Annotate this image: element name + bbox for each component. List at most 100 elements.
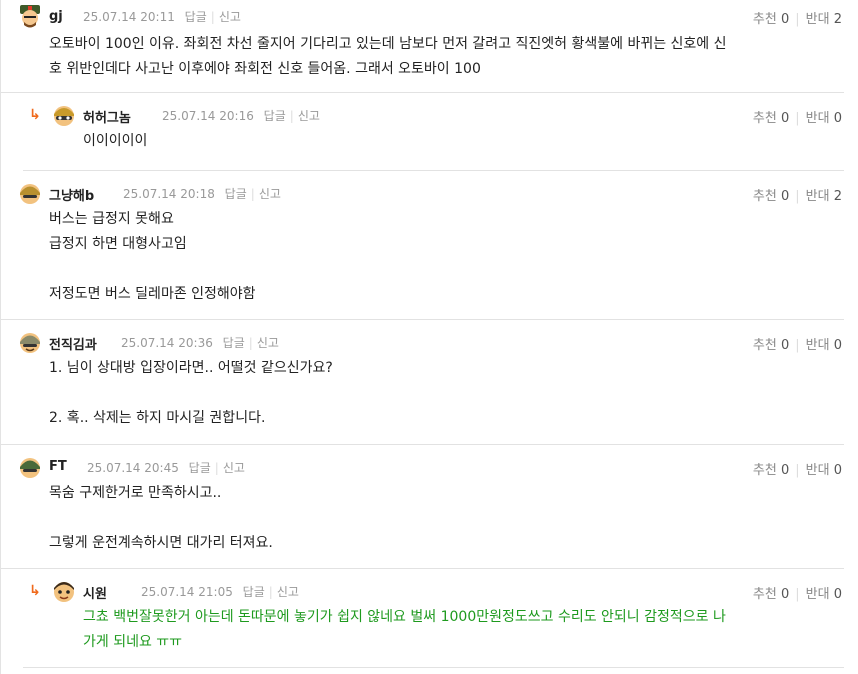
separator: | [795,587,800,602]
comment-meta: 25.07.14 20:11 답글 | 신고 [83,8,241,25]
avatar[interactable] [51,578,77,604]
comment-line: 2. 혹.. 삭제는 하지 마시길 권합니다. [49,410,266,426]
avatar[interactable] [17,3,43,29]
comment-line: 그렇게 운전계속하시면 대가리 터져요. [49,535,273,551]
reply-link[interactable]: 답글 [243,585,265,599]
comment-item: 전직김과 25.07.14 20:36 답글 | 신고 추천 0 | 반대 0 1. 님… [1,319,844,445]
comment-line: 이이이이이 [83,133,148,149]
upvote-button[interactable]: 추천 0 [753,12,789,27]
helmet-avatar-icon [20,458,40,478]
comment-body: 1. 님이 상대방 입장이라면.. 어떨것 같으신가요? 2. 혹.. 삭제는 … [49,356,333,431]
vote-box: 추천 0 | 반대 0 [753,334,842,353]
nickname[interactable]: 허허그놈 [83,107,131,126]
timestamp: 25.07.14 20:11 [83,10,175,24]
reply-link[interactable]: 답글 [185,10,207,24]
separator: | [795,189,800,204]
report-link[interactable]: 신고 [277,585,299,599]
separator: | [289,109,294,123]
helmet-avatar-icon [20,184,40,204]
upvote-button[interactable]: 추천 0 [753,338,789,353]
separator: | [268,585,273,599]
separator: | [214,461,219,475]
downvote-button[interactable]: 반대 0 [806,338,842,353]
vote-box: 추천 0 | 반대 2 [753,185,842,204]
comment-meta: 25.07.14 20:18 답글 | 신고 [123,185,281,202]
separator: | [210,10,215,24]
comment-body: 오토바이 100인 이유. 좌회전 차선 줄지어 기다리고 있는데 남보다 먼저… [49,32,727,82]
avatar[interactable] [17,454,43,480]
comment-line: 목숨 구제한거로 만족하시고.. [49,485,222,501]
downvote-button[interactable]: 반대 0 [806,111,842,126]
comment-body: 목숨 구제한거로 만족하시고.. 그렇게 운전계속하시면 대가리 터져요. [49,481,273,556]
vote-box: 추천 0 | 반대 0 [753,107,842,126]
upvote-button[interactable]: 추천 0 [753,587,789,602]
comment-body: 이이이이이 [83,129,147,154]
soldier-avatar-icon [20,5,40,28]
comment-list: gj 25.07.14 20:11 답글 | 신고 추천 0 | 반대 2 오토바이 1… [0,0,858,674]
comment-meta: 25.07.14 21:05 답글 | 신고 [141,583,299,600]
comment-item: FT 25.07.14 20:45 답글 | 신고 추천 0 | 반대 0 목숨 구제한… [1,444,844,569]
comment-line: 호 위반인데다 사고난 이후에야 좌회전 신호 들어옴. 그래서 오토바이 10… [49,61,481,77]
comment-line: 가게 되네요 ㅠㅠ [83,634,183,650]
timestamp: 25.07.14 20:45 [87,461,179,475]
timestamp: 25.07.14 20:36 [121,336,213,350]
comment-line: 급정지 하면 대형사고임 [49,236,187,252]
nickname[interactable]: 그냥해b [49,185,94,204]
reply-arrow-icon: ↳ [29,583,41,599]
report-link[interactable]: 신고 [259,187,281,201]
report-link[interactable]: 신고 [223,461,245,475]
avatar[interactable] [17,180,43,206]
reply-comment-item: ↳ 시원 25.07.14 21:05 답글 | 신고 추천 0 | 반대 0 그쵸 백… [23,568,844,668]
upvote-button[interactable]: 추천 0 [753,189,789,204]
separator: | [795,111,800,126]
comment-line: 저정도면 버스 딜레마존 인정해야함 [49,286,256,302]
reply-link[interactable]: 답글 [225,187,247,201]
reply-comment-item: ↳ 허허그놈 25.07.14 20:16 답글 | 신고 추천 0 | 반대 0 이이… [23,92,844,171]
timestamp: 25.07.14 20:18 [123,187,215,201]
downvote-button[interactable]: 반대 2 [806,189,842,204]
comment-meta: 25.07.14 20:45 답글 | 신고 [87,459,245,476]
separator: | [248,336,253,350]
report-link[interactable]: 신고 [298,109,320,123]
helmet-avatar-icon [54,106,74,126]
timestamp: 25.07.14 21:05 [141,585,233,599]
comment-body: 버스는 급정지 못해요 급정지 하면 대형사고임 저정도면 버스 딜레마존 인정… [49,207,256,307]
vote-box: 추천 0 | 반대 2 [753,8,842,27]
nickname[interactable]: 전직김과 [49,334,97,353]
comment-item: gj 25.07.14 20:11 답글 | 신고 추천 0 | 반대 2 오토바이 1… [1,0,844,93]
helmet-avatar-icon [20,333,40,353]
comment-meta: 25.07.14 20:16 답글 | 신고 [162,107,320,124]
reply-link[interactable]: 답글 [189,461,211,475]
nickname[interactable]: 시원 [83,583,107,602]
downvote-button[interactable]: 반대 0 [806,587,842,602]
reply-arrow-icon: ↳ [29,107,41,123]
separator: | [795,463,800,478]
comment-line: 오토바이 100인 이유. 좌회전 차선 줄지어 기다리고 있는데 남보다 먼저… [49,36,727,52]
separator: | [795,338,800,353]
separator: | [795,12,800,27]
upvote-button[interactable]: 추천 0 [753,111,789,126]
report-link[interactable]: 신고 [219,10,241,24]
comment-body: 그쵸 백번잘못한거 아는데 돈따문에 놓기가 쉽지 않네요 벌써 1000만원정… [83,605,726,655]
comment-meta: 25.07.14 20:36 답글 | 신고 [121,334,279,351]
timestamp: 25.07.14 20:16 [162,109,254,123]
vote-box: 추천 0 | 반대 0 [753,459,842,478]
face-avatar-icon [54,582,74,602]
comment-item: 그냥해b 25.07.14 20:18 답글 | 신고 추천 0 | 반대 2 버스는 … [1,170,844,320]
reply-link[interactable]: 답글 [223,336,245,350]
nickname[interactable]: gj [49,9,63,24]
nickname[interactable]: FT [49,459,67,474]
avatar[interactable] [51,102,77,128]
downvote-button[interactable]: 반대 0 [806,463,842,478]
comment-line: 1. 님이 상대방 입장이라면.. 어떨것 같으신가요? [49,360,333,376]
upvote-button[interactable]: 추천 0 [753,463,789,478]
avatar[interactable] [17,329,43,355]
report-link[interactable]: 신고 [257,336,279,350]
comment-line: 버스는 급정지 못해요 [49,211,174,227]
downvote-button[interactable]: 반대 2 [806,12,842,27]
reply-link[interactable]: 답글 [264,109,286,123]
comment-line: 그쵸 백번잘못한거 아는데 돈따문에 놓기가 쉽지 않네요 벌써 1000만원정… [83,609,726,625]
